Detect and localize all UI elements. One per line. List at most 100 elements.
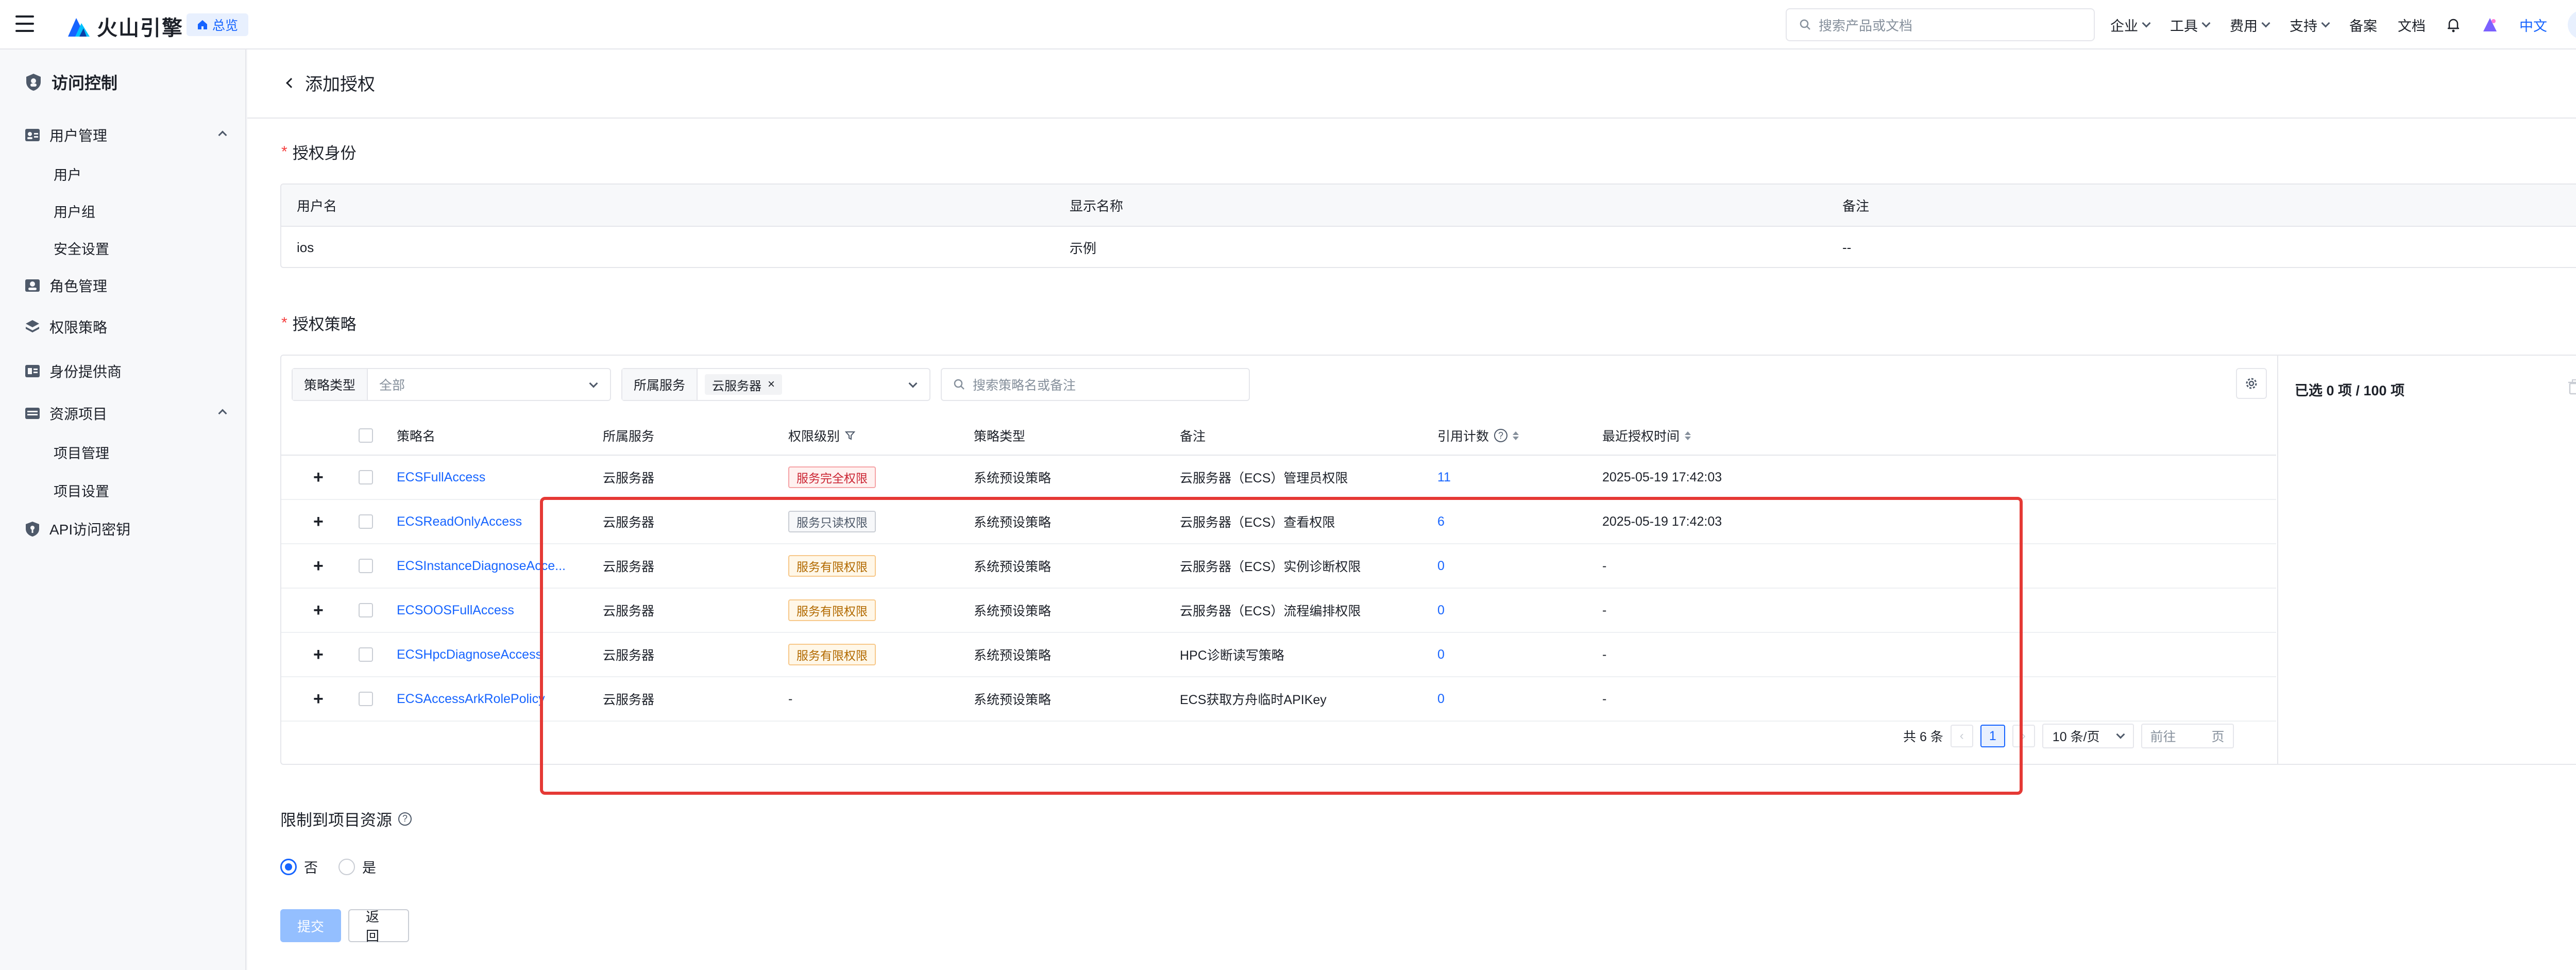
policy-name-cell[interactable]: ECSInstanceDiagnoseAcce... (397, 559, 572, 574)
refs-link[interactable]: 0 (1437, 647, 1445, 662)
overview-label: 总览 (212, 19, 239, 33)
sort-icon[interactable] (1513, 431, 1519, 440)
select-all-checkbox[interactable] (359, 428, 373, 443)
nav-support[interactable]: 支持 (2290, 15, 2330, 35)
policy-name-link[interactable]: ECSAccessArkRolePolicy (397, 692, 572, 707)
policy-name-cell[interactable]: ECSReadOnlyAccess (397, 514, 572, 529)
back-button[interactable]: 返回 (348, 909, 409, 944)
sidebar-item-roles[interactable]: 角色管理 (25, 275, 226, 296)
nav-billing-label: 费用 (2230, 18, 2258, 34)
policy-name-cell[interactable]: ECSHpcDiagnoseAccess (397, 647, 572, 662)
radio-yes[interactable]: 是 (338, 857, 376, 877)
row-checkbox[interactable] (359, 692, 373, 706)
radio-dot[interactable] (338, 858, 355, 875)
nav-enterprise[interactable]: 企业 (2110, 15, 2151, 35)
level-cell: 服务只读权限 (788, 511, 876, 532)
submit-button[interactable]: 提交 (280, 909, 341, 942)
identity-section-title: * 授权身份 (281, 140, 357, 163)
goto-page-input[interactable]: 前往 页 (2141, 724, 2234, 748)
sidebar-item-project-management[interactable]: 项目管理 (54, 442, 109, 462)
chevron-up-icon (218, 130, 227, 140)
sidebar-item-security-settings[interactable]: 安全设置 (54, 238, 109, 258)
policy-name-link[interactable]: ECSInstanceDiagnoseAcce... (397, 559, 572, 574)
table-settings-button[interactable] (2236, 368, 2267, 399)
language-switch[interactable]: 中文 (2519, 15, 2547, 35)
col-last-time[interactable]: 最近授权时间 (1602, 426, 1691, 445)
trash-icon[interactable] (2568, 379, 2576, 395)
global-search-input[interactable]: 搜索产品或文档 (1786, 8, 2095, 41)
service-chip-label: 云服务器 (712, 379, 762, 393)
current-page-button[interactable]: 1 (1980, 725, 2005, 747)
radio-dot-selected[interactable] (280, 858, 297, 875)
policy-name-cell[interactable]: ECSFullAccess (397, 470, 572, 485)
refs-link[interactable]: 0 (1437, 692, 1445, 707)
col-refs[interactable]: 引用计数 ? (1437, 426, 1519, 445)
sidebar-group-resource-projects[interactable]: 资源项目 (25, 403, 227, 424)
refs-link[interactable]: 0 (1437, 603, 1445, 618)
policy-name-link[interactable]: ECSReadOnlyAccess (397, 514, 572, 529)
nav-tools[interactable]: 工具 (2170, 15, 2211, 35)
identity-table: 用户名 显示名称 备注 ios 示例 -- (280, 183, 2576, 268)
overview-button[interactable]: 总览 (187, 13, 249, 36)
sidebar-item-users[interactable]: 用户 (54, 164, 81, 184)
cell-username: ios (297, 239, 314, 255)
avatar[interactable]: d (2568, 10, 2576, 39)
note-cell: ECS获取方舟临时APIKey (1180, 693, 1327, 707)
header-divider (247, 118, 2576, 119)
expand-icon[interactable]: + (313, 689, 324, 709)
close-icon[interactable]: × (768, 377, 775, 392)
access-control-icon (26, 74, 41, 91)
page-size-select[interactable]: 10 条/页 (2042, 724, 2134, 748)
refs-link[interactable]: 6 (1437, 514, 1445, 529)
nav-billing[interactable]: 费用 (2230, 15, 2270, 35)
logo[interactable]: 火山引擎 (66, 11, 183, 41)
ai-assistant-icon[interactable] (2481, 16, 2499, 34)
row-checkbox[interactable] (359, 647, 373, 662)
menu-icon[interactable] (15, 15, 34, 32)
refs-link[interactable]: 11 (1437, 470, 1451, 485)
policy-section-title: * 授权策略 (281, 311, 357, 335)
sidebar-item-label: 角色管理 (49, 278, 108, 294)
bell-icon[interactable] (2446, 17, 2461, 32)
col-level[interactable]: 权限级别 (788, 426, 856, 445)
policy-name-link[interactable]: ECSHpcDiagnoseAccess (397, 647, 572, 662)
cell-display-name: 示例 (1070, 240, 1097, 256)
radio-no[interactable]: 否 (280, 857, 318, 877)
policy-name-cell[interactable]: ECSAccessArkRolePolicy (397, 692, 572, 707)
policy-type-select[interactable]: 策略类型 全部 (292, 368, 611, 401)
expand-icon[interactable]: + (313, 645, 324, 665)
expand-icon[interactable]: + (313, 467, 324, 488)
row-checkbox[interactable] (359, 559, 373, 573)
prev-page-button[interactable]: ‹ (1950, 725, 1973, 747)
expand-icon[interactable]: + (313, 600, 324, 621)
help-icon[interactable]: ? (398, 812, 412, 826)
table-row: + ECSAccessArkRolePolicy 云服务器 - 系统预设策略 E… (281, 677, 2276, 722)
col-level-label: 权限级别 (788, 429, 840, 444)
refs-link[interactable]: 0 (1437, 559, 1445, 574)
policy-name-cell[interactable]: ECSOOSFullAccess (397, 603, 572, 618)
service-select[interactable]: 所属服务 云服务器 × (621, 368, 930, 401)
policy-name-link[interactable]: ECSFullAccess (397, 470, 572, 485)
sidebar-item-project-settings[interactable]: 项目设置 (54, 480, 109, 500)
policy-search-input[interactable]: 搜索策略名或备注 (941, 368, 1250, 401)
expand-icon[interactable]: + (313, 556, 324, 576)
back-arrow-icon[interactable] (286, 77, 296, 88)
sort-icon[interactable] (1685, 431, 1691, 440)
sidebar-item-api-keys[interactable]: API访问密钥 (25, 519, 226, 539)
next-page-button[interactable]: › (2012, 725, 2035, 747)
sidebar-item-identity-providers[interactable]: 身份提供商 (25, 361, 226, 381)
row-checkbox[interactable] (359, 514, 373, 529)
service-cell: 云服务器 (603, 693, 655, 707)
row-checkbox[interactable] (359, 470, 373, 484)
sidebar-item-user-groups[interactable]: 用户组 (54, 201, 95, 221)
sidebar-group-user-management[interactable]: 用户管理 (25, 125, 227, 145)
sidebar-item-policies[interactable]: 权限策略 (25, 316, 226, 337)
policy-table-header: 策略名 所属服务 权限级别 策略类型 备注 引用计数 ? 最近授权时间 (281, 416, 2276, 456)
sidebar-group-label: 资源项目 (49, 406, 108, 422)
expand-icon[interactable]: + (313, 512, 324, 532)
row-checkbox[interactable] (359, 603, 373, 617)
nav-docs[interactable]: 文档 (2398, 15, 2426, 35)
policy-name-link[interactable]: ECSOOSFullAccess (397, 603, 572, 618)
filter-icon[interactable] (845, 430, 856, 441)
nav-filing[interactable]: 备案 (2349, 15, 2377, 35)
